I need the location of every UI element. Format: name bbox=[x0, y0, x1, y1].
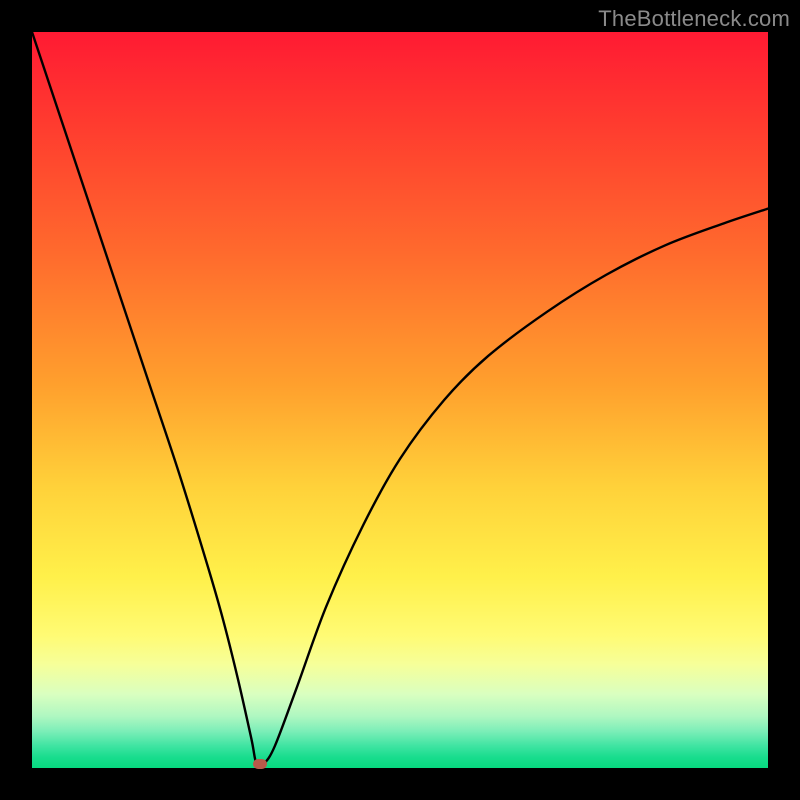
bottleneck-curve bbox=[32, 32, 768, 768]
chart-frame: TheBottleneck.com bbox=[0, 0, 800, 800]
plot-area bbox=[32, 32, 768, 768]
watermark-text: TheBottleneck.com bbox=[598, 6, 790, 32]
curve-min-marker bbox=[253, 759, 267, 769]
